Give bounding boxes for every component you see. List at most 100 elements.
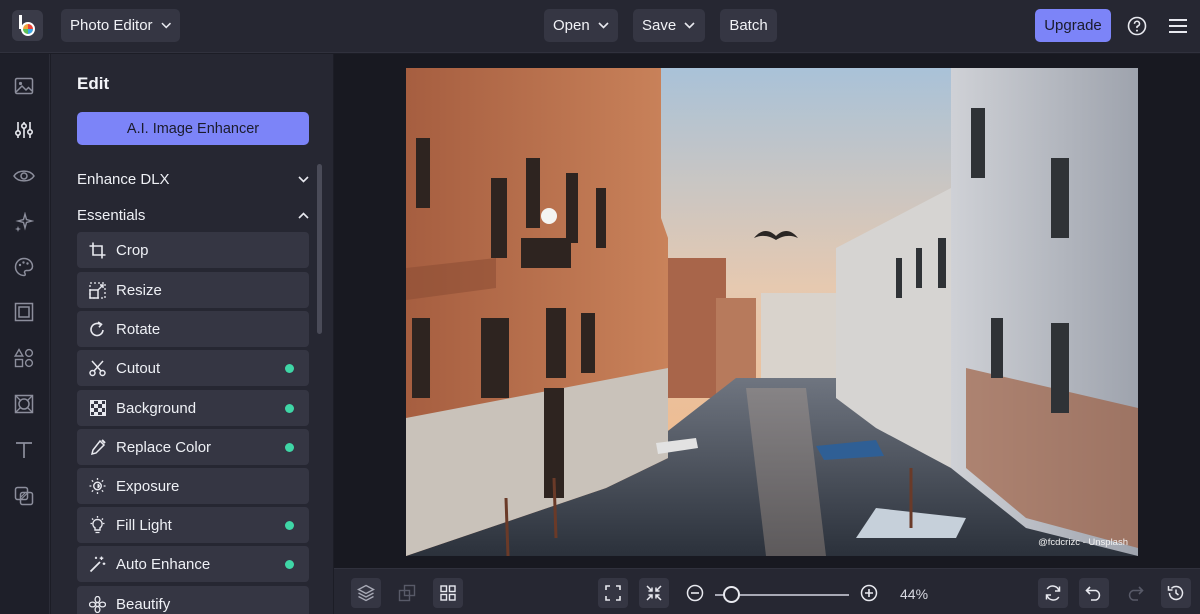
open-label: Open xyxy=(553,17,590,34)
bottom-toolbar: 44% xyxy=(334,568,1200,614)
help-icon xyxy=(1127,16,1146,35)
app-logo[interactable] xyxy=(12,10,43,41)
tool-label: Crop xyxy=(116,241,149,259)
shrink-icon xyxy=(646,585,662,601)
photo-canvas[interactable]: @fcdcrizc - Unsplash xyxy=(406,68,1138,556)
panel-scrollbar[interactable] xyxy=(317,164,322,334)
help-button[interactable] xyxy=(1120,9,1153,42)
zoom-slider-handle[interactable] xyxy=(723,586,740,603)
compare-icon xyxy=(398,584,416,602)
tool-label: Resize xyxy=(116,281,162,299)
expand-icon xyxy=(605,585,621,601)
chevron-down-icon xyxy=(598,22,609,29)
tool-label: Beautify xyxy=(116,595,171,613)
section-enhance-label: Enhance DLX xyxy=(77,170,170,188)
app-menu-label: Photo Editor xyxy=(70,17,153,34)
venice-canal-photo xyxy=(406,68,1138,556)
app-menu-button[interactable]: Photo Editor xyxy=(61,9,180,42)
replace-image-button[interactable] xyxy=(1038,578,1068,608)
batch-label: Batch xyxy=(729,17,768,34)
upgrade-label: Upgrade xyxy=(1044,17,1102,34)
eyedropper-icon xyxy=(89,438,106,456)
zoom-level-text: 44% xyxy=(900,586,929,602)
ai-enhancer-label: A.I. Image Enhancer xyxy=(126,120,260,137)
tool-cutout[interactable]: Cutout xyxy=(77,350,309,386)
magic-wand-icon xyxy=(89,556,106,573)
batch-button[interactable]: Batch xyxy=(720,9,777,42)
status-badge xyxy=(285,443,294,452)
tool-auto-enhance[interactable]: Auto Enhance xyxy=(77,546,309,582)
tool-resize[interactable]: Resize xyxy=(77,272,309,308)
status-badge xyxy=(285,404,294,413)
flower-icon xyxy=(89,595,106,613)
grid-button[interactable] xyxy=(433,578,463,608)
open-button[interactable]: Open xyxy=(544,9,618,42)
zoom-in-button[interactable] xyxy=(854,578,884,608)
image-icon[interactable] xyxy=(12,74,36,98)
layers-button[interactable] xyxy=(351,578,381,608)
tool-label: Cutout xyxy=(116,359,161,377)
scissors-icon xyxy=(89,359,106,377)
chevron-up-icon xyxy=(298,211,309,219)
upgrade-button[interactable]: Upgrade xyxy=(1035,9,1111,42)
tool-crop[interactable]: Crop xyxy=(77,232,309,268)
top-bar: Photo Editor Open Save Batch Upgrade xyxy=(0,0,1200,53)
tool-background[interactable]: Background xyxy=(77,390,309,426)
tool-exposure[interactable]: Exposure xyxy=(77,468,309,504)
tool-beautify[interactable]: Beautify xyxy=(77,586,309,614)
zoom-out-button[interactable] xyxy=(680,578,710,608)
ai-enhancer-button[interactable]: A.I. Image Enhancer xyxy=(77,112,309,145)
shapes-icon[interactable] xyxy=(12,346,36,370)
rotate-icon xyxy=(89,320,106,338)
tool-label: Fill Light xyxy=(116,516,172,534)
frame-icon[interactable] xyxy=(12,300,36,324)
status-badge xyxy=(285,364,294,373)
redo-button[interactable] xyxy=(1120,578,1150,608)
eye-icon[interactable] xyxy=(12,164,36,188)
tool-rail xyxy=(0,54,50,614)
section-enhance-dlx[interactable]: Enhance DLX xyxy=(77,168,309,190)
tool-replace-color[interactable]: Replace Color xyxy=(77,429,309,465)
sparkle-icon[interactable] xyxy=(12,210,36,234)
undo-button[interactable] xyxy=(1079,578,1109,608)
canvas-area: @fcdcrizc - Unsplash xyxy=(334,54,1200,568)
tool-label: Replace Color xyxy=(116,438,212,456)
hamburger-icon xyxy=(1168,18,1187,33)
tool-label: Rotate xyxy=(116,320,161,338)
save-button[interactable]: Save xyxy=(633,9,705,42)
chevron-down-icon xyxy=(160,22,171,29)
history-icon xyxy=(1167,585,1184,601)
tool-fill-light[interactable]: Fill Light xyxy=(77,507,309,543)
checkerboard-icon xyxy=(89,400,106,417)
edit-panel: Edit A.I. Image Enhancer Enhance DLX Ess… xyxy=(51,54,333,614)
sun-icon xyxy=(89,477,106,495)
bulb-icon xyxy=(89,516,106,534)
layers-overlap-icon[interactable] xyxy=(12,484,36,508)
grid-icon xyxy=(440,585,456,601)
section-essentials-label: Essentials xyxy=(77,206,146,224)
palette-icon[interactable] xyxy=(12,255,36,279)
zoom-out-icon xyxy=(686,584,704,602)
refresh-icon xyxy=(1045,585,1061,601)
redo-icon xyxy=(1128,586,1144,601)
panel-title: Edit xyxy=(77,74,110,93)
chevron-down-icon xyxy=(298,175,309,183)
tool-label: Exposure xyxy=(116,477,180,495)
menu-button[interactable] xyxy=(1161,9,1194,42)
tool-rotate[interactable]: Rotate xyxy=(77,311,309,347)
fit-screen-button[interactable] xyxy=(598,578,628,608)
history-button[interactable] xyxy=(1161,578,1191,608)
crop-icon xyxy=(89,242,106,259)
actual-size-button[interactable] xyxy=(639,578,669,608)
text-icon[interactable] xyxy=(12,438,36,462)
chevron-down-icon xyxy=(684,22,695,29)
tool-label: Background xyxy=(116,399,197,417)
section-essentials[interactable]: Essentials xyxy=(77,204,309,226)
texture-icon[interactable] xyxy=(12,392,36,416)
photo-credit: @fcdcrizc - Unsplash xyxy=(1038,537,1128,548)
sliders-icon[interactable] xyxy=(12,118,36,142)
save-label: Save xyxy=(642,17,677,34)
logo-icon xyxy=(18,14,35,36)
zoom-in-icon xyxy=(860,584,878,602)
compare-button[interactable] xyxy=(392,578,422,608)
